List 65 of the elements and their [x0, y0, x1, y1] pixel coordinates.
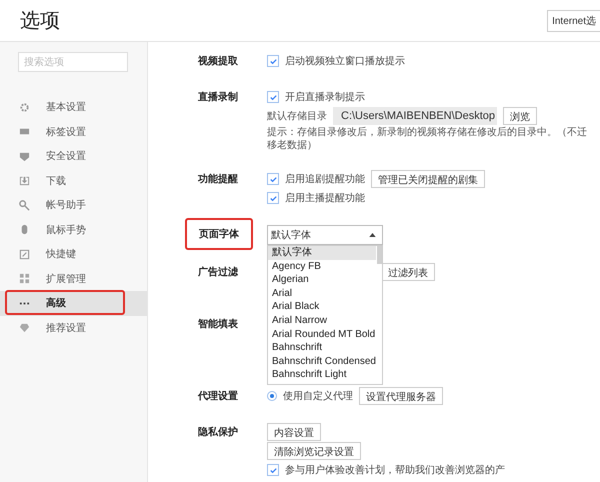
checkbox-option[interactable]: 启用追剧提醒功能 [267, 172, 365, 186]
sidebar-item[interactable]: 鼠标手势 [0, 218, 147, 242]
checkbox[interactable] [267, 464, 279, 476]
sidebar-item[interactable]: 快捷键 [0, 242, 147, 266]
window-title: 选项 [20, 9, 60, 34]
search-field[interactable]: 搜索选项 [18, 52, 128, 72]
checkmark-icon [268, 92, 278, 102]
font-option[interactable]: Bahnschrift [268, 341, 376, 355]
path-field[interactable]: C:\Users\MAIBENBEN\Desktop [333, 107, 497, 125]
action-button[interactable]: 浏览 [503, 107, 537, 125]
checkbox-option[interactable]: 开启直播录制提示 [267, 90, 365, 104]
checkbox[interactable] [267, 91, 279, 103]
checkmark-icon [268, 466, 278, 474]
font-option[interactable]: 默认字体 [268, 246, 376, 260]
internet-options-button[interactable]: Internet选 [547, 10, 600, 32]
caret-icon [369, 233, 376, 237]
font-option[interactable]: Bahnschrift Condensed [268, 354, 376, 368]
section-label: 页面字体 [185, 218, 253, 250]
checkbox-option[interactable]: 参与用户体验改善计划，帮助我们改善浏览器的产 [267, 463, 505, 477]
action-button[interactable]: 设置代理服务器 [359, 387, 443, 405]
section-label: 代理设置 [198, 390, 238, 403]
font-dropdown[interactable]: 默认字体 [267, 225, 383, 245]
radio-button[interactable] [267, 391, 277, 401]
font-option[interactable]: Bahnschrift Light [268, 368, 376, 382]
checkmark-icon [268, 56, 278, 66]
setting-text: 默认存储目录 [267, 110, 327, 123]
checkmark-icon [268, 174, 278, 184]
radio-option[interactable]: 使用自定义代理 [267, 389, 353, 403]
font-option[interactable]: Arial Rounded MT Bold [268, 328, 376, 342]
checkbox[interactable] [267, 55, 279, 67]
checkbox[interactable] [267, 192, 279, 204]
sidebar-item[interactable]: 安全设置 [0, 144, 147, 168]
section-label: 智能填表 [198, 318, 238, 331]
sidebar-item[interactable]: 高级 [0, 291, 147, 316]
grid-icon [19, 273, 30, 284]
mouse-icon [19, 224, 30, 236]
section-label: 直播录制 [198, 90, 238, 104]
section-label: 广告过滤 [198, 265, 238, 279]
checkbox-option[interactable]: 启用主播提醒功能 [267, 191, 365, 205]
font-option[interactable]: Algerian [268, 273, 376, 287]
settings-icon [19, 102, 30, 113]
setting-text: 提示：存储目录修改后，新录制的视频将存储在修改后的目录中。（不迁移老数据） [267, 126, 588, 152]
shield-icon [19, 150, 30, 162]
action-button[interactable]: 管理已关闭提醒的剧集 [371, 170, 485, 188]
checkbox[interactable] [267, 173, 279, 185]
sidebar-item[interactable]: 标签设置 [0, 120, 147, 144]
font-option[interactable]: Arial [268, 286, 376, 300]
sidebar-item[interactable]: 下载 [0, 168, 147, 193]
checkbox-option[interactable]: 启动视频独立窗口播放提示 [267, 54, 405, 68]
sidebar-item[interactable]: 基本设置 [0, 95, 147, 120]
font-option[interactable]: Agency FB [268, 260, 376, 274]
action-button[interactable]: 过滤列表 [381, 263, 435, 281]
section-label: 隐私保护 [198, 425, 238, 439]
sidebar-item[interactable]: 扩展管理 [0, 266, 147, 291]
download-icon [19, 175, 30, 186]
action-button[interactable]: 清除浏览记录设置 [267, 442, 361, 460]
section-label: 视频提取 [198, 54, 238, 68]
checkmark-icon [268, 194, 278, 202]
sidebar-item[interactable]: 帐号助手 [0, 193, 147, 218]
font-option[interactable]: Arial Narrow [268, 314, 376, 328]
scrollbar-thumb[interactable] [377, 246, 382, 264]
sidebar-item[interactable]: 推荐设置 [0, 316, 147, 340]
action-button[interactable]: 内容设置 [267, 423, 321, 441]
font-option[interactable]: Arial Black [268, 300, 376, 314]
section-label: 功能提醒 [198, 172, 238, 186]
